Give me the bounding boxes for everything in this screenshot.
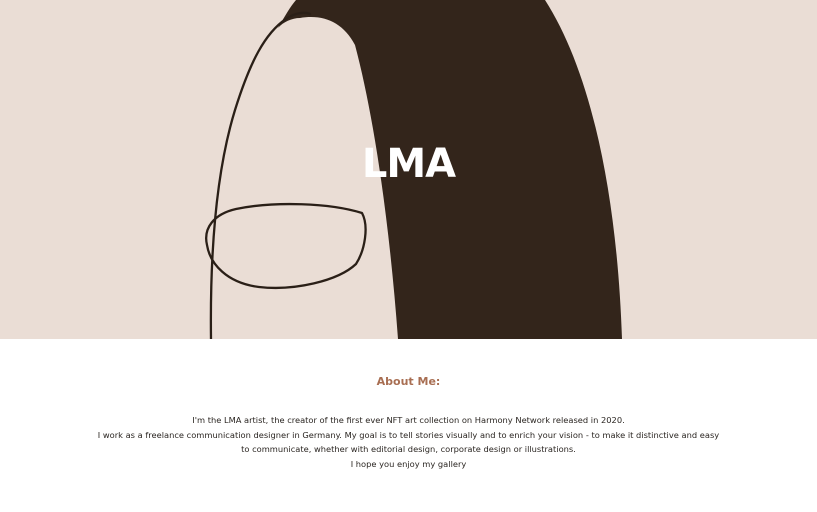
oval-line (205, 202, 367, 289)
about-line: I hope you enjoy my gallery (350, 458, 467, 469)
hero-section: LMA (0, 0, 817, 339)
about-section: About Me: I'm the LMA artist, the creato… (0, 339, 817, 512)
about-line: I'm the LMA artist, the creator of the f… (192, 415, 625, 425)
about-heading: About Me: (376, 375, 441, 388)
page: LMA About Me: I'm the LMA artist, the cr… (0, 0, 817, 512)
site-title: LMA (361, 141, 456, 187)
about-text: I'm the LMA artist, the creator of the f… (80, 413, 737, 471)
about-line: to communicate, whether with editorial d… (241, 444, 576, 454)
about-line: I work as a freelance communication desi… (97, 429, 720, 440)
